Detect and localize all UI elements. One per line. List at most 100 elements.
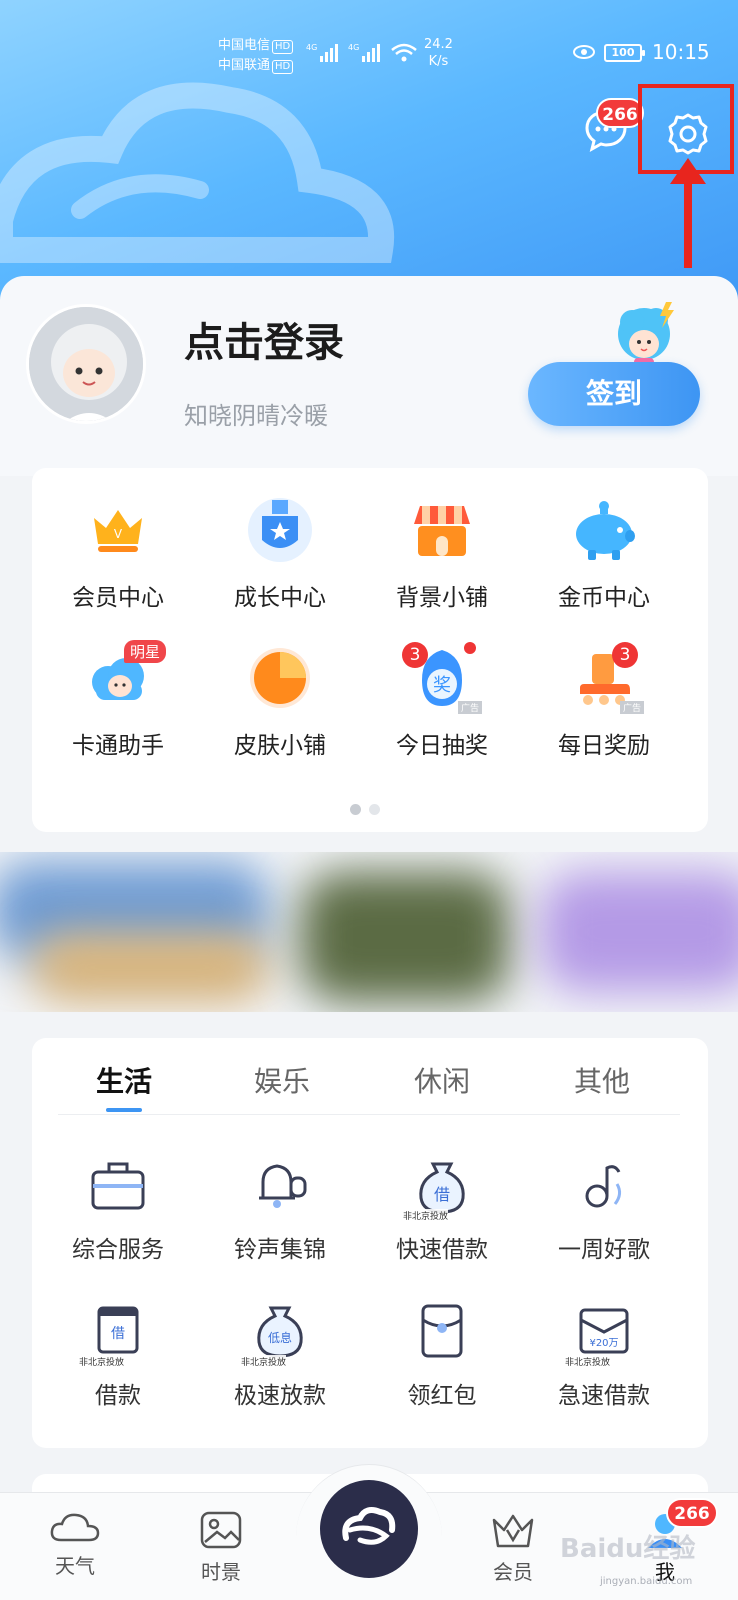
tab-leisure[interactable]: 休闲 bbox=[382, 1060, 502, 1100]
service-label: 一周好歌 bbox=[558, 1237, 650, 1263]
cartoon-cloud-icon: 明星 bbox=[84, 640, 167, 712]
ad-tag: 广告 bbox=[457, 701, 482, 714]
grid-item-member-center[interactable]: V 会员中心 bbox=[38, 496, 198, 612]
nav-scenery[interactable]: 时景 bbox=[176, 1510, 266, 1585]
region-tag: 非北京投放 bbox=[403, 1209, 449, 1222]
service-item[interactable]: 一周好歌 bbox=[524, 1154, 684, 1264]
banner-blur bbox=[540, 872, 738, 992]
page-dot-active bbox=[350, 804, 361, 815]
region-tag: 非北京投放 bbox=[241, 1355, 287, 1368]
grid-item-skin-shop[interactable]: 皮肤小铺 bbox=[200, 644, 360, 760]
loan-card-icon: 借 非北京投放 bbox=[79, 1300, 149, 1368]
svg-text:4G: 4G bbox=[348, 43, 359, 52]
grid-item-growth-center[interactable]: 成长中心 bbox=[200, 496, 360, 612]
briefcase-icon bbox=[87, 1154, 149, 1216]
watermark: Baidu经验 bbox=[560, 1534, 696, 1564]
envelope-glyph: ¥20万 bbox=[589, 1338, 618, 1349]
service-item[interactable]: 借 非北京投放 借款 bbox=[38, 1300, 198, 1410]
medal-icon bbox=[246, 496, 314, 564]
region-tag: 非北京投放 bbox=[565, 1355, 611, 1368]
feature-grid-card: V 会员中心 成长中心 背景小铺 金币中心 明星 卡通助手 皮肤小铺 奖 3 广… bbox=[32, 468, 708, 832]
hd-badge: HD bbox=[272, 40, 294, 54]
speed-value: 24.2 bbox=[424, 37, 453, 52]
service-item[interactable]: 综合服务 bbox=[38, 1154, 198, 1264]
profile-section: 点击登录 知晓阴晴冷暖 签到 bbox=[0, 276, 738, 476]
notification-dot bbox=[464, 642, 476, 654]
service-label: 急速借款 bbox=[558, 1383, 650, 1409]
nav-label: 天气 bbox=[55, 1554, 95, 1578]
page-dot bbox=[369, 804, 380, 815]
service-item[interactable]: ¥20万 非北京投放 急速借款 bbox=[524, 1300, 684, 1410]
signal-icon: 4G bbox=[306, 43, 338, 62]
cloud-icon bbox=[50, 1513, 100, 1542]
count-badge: 3 bbox=[402, 642, 428, 668]
service-label: 领红包 bbox=[407, 1383, 477, 1409]
grid-item-cartoon-helper[interactable]: 明星 卡通助手 bbox=[38, 640, 198, 760]
service-item[interactable]: 铃声集锦 bbox=[200, 1154, 360, 1264]
service-label: 综合服务 bbox=[72, 1237, 164, 1263]
grid-item-daily-reward[interactable]: 3 广告 每日奖励 bbox=[524, 642, 684, 760]
nav-weather[interactable]: 天气 bbox=[30, 1510, 120, 1579]
banner-blur bbox=[300, 872, 510, 1002]
grid-item-background-shop[interactable]: 背景小铺 bbox=[362, 496, 522, 612]
network-speed: 24.2 K/s bbox=[424, 36, 453, 70]
star-badge: 明星 bbox=[124, 640, 167, 663]
tab-entertainment[interactable]: 娱乐 bbox=[222, 1060, 342, 1100]
nav-me-badge: 266 bbox=[666, 1498, 718, 1528]
grid-item-label: 金币中心 bbox=[558, 585, 650, 611]
nav-label: 时景 bbox=[201, 1560, 241, 1584]
grid-item-label: 卡通助手 bbox=[72, 733, 164, 759]
grid-item-coin-center[interactable]: 金币中心 bbox=[524, 496, 684, 612]
image-icon bbox=[200, 1511, 242, 1549]
crown-outline-icon bbox=[492, 1514, 534, 1548]
grid-item-daily-lottery[interactable]: 奖 3 广告 今日抽奖 bbox=[362, 642, 522, 760]
page-indicator bbox=[350, 800, 388, 819]
grid-item-label: 皮肤小铺 bbox=[234, 733, 326, 759]
bag-glyph: 低息 bbox=[268, 1330, 292, 1345]
avatar[interactable] bbox=[26, 304, 146, 424]
grid-item-label: 成长中心 bbox=[234, 585, 326, 611]
skate-icon: 3 广告 bbox=[570, 642, 644, 714]
home-center-button[interactable] bbox=[320, 1480, 418, 1578]
avatar-cartoon-icon bbox=[29, 307, 143, 421]
low-interest-bag-icon: 低息 非北京投放 bbox=[241, 1300, 311, 1368]
tab-life[interactable]: 生活 bbox=[64, 1060, 184, 1100]
service-label: 铃声集锦 bbox=[234, 1237, 326, 1263]
svg-text:4G: 4G bbox=[306, 43, 317, 52]
message-count-badge: 266 bbox=[596, 98, 644, 128]
lottery-icon: 奖 3 广告 bbox=[402, 642, 482, 714]
carrier-1: 中国电信 bbox=[218, 38, 271, 53]
service-label: 借款 bbox=[95, 1383, 141, 1409]
service-label: 快速借款 bbox=[396, 1237, 488, 1263]
login-title[interactable]: 点击登录 bbox=[184, 310, 344, 368]
service-item[interactable]: 借 非北京投放 快速借款 bbox=[362, 1154, 522, 1264]
envelope-icon: ¥20万 非北京投放 bbox=[565, 1300, 635, 1368]
nav-member[interactable]: 会员 bbox=[468, 1510, 558, 1585]
nav-label: 会员 bbox=[493, 1560, 533, 1584]
pointer-arrow bbox=[670, 158, 706, 268]
ad-banner[interactable] bbox=[0, 852, 738, 1012]
service-item[interactable]: 领红包 bbox=[362, 1300, 522, 1410]
music-note-icon bbox=[573, 1154, 635, 1216]
svg-text:V: V bbox=[114, 527, 123, 541]
piggy-bank-icon bbox=[570, 496, 638, 564]
money-bag-icon: 借 非北京投放 bbox=[403, 1154, 473, 1222]
tab-other[interactable]: 其他 bbox=[542, 1060, 662, 1100]
shop-icon bbox=[408, 496, 476, 564]
signin-button[interactable]: 签到 bbox=[528, 362, 700, 426]
grid-item-label: 每日奖励 bbox=[558, 733, 650, 759]
crown-icon: V bbox=[84, 496, 152, 564]
banner-blur bbox=[30, 932, 270, 1002]
bell-icon bbox=[249, 1154, 311, 1216]
red-envelope-icon bbox=[411, 1300, 473, 1362]
service-label: 极速放款 bbox=[234, 1383, 326, 1409]
divider bbox=[58, 1114, 680, 1115]
battery-indicator: 100 bbox=[604, 44, 645, 62]
service-item[interactable]: 低息 非北京投放 极速放款 bbox=[200, 1300, 360, 1410]
lottery-glyph: 奖 bbox=[433, 675, 451, 696]
speed-unit: K/s bbox=[428, 54, 449, 69]
carrier-info: 中国电信 HD 中国联通 HD bbox=[218, 36, 294, 76]
pie-icon bbox=[246, 644, 314, 712]
cloud-logo-icon bbox=[342, 1507, 396, 1545]
ad-tag: 广告 bbox=[619, 701, 644, 714]
